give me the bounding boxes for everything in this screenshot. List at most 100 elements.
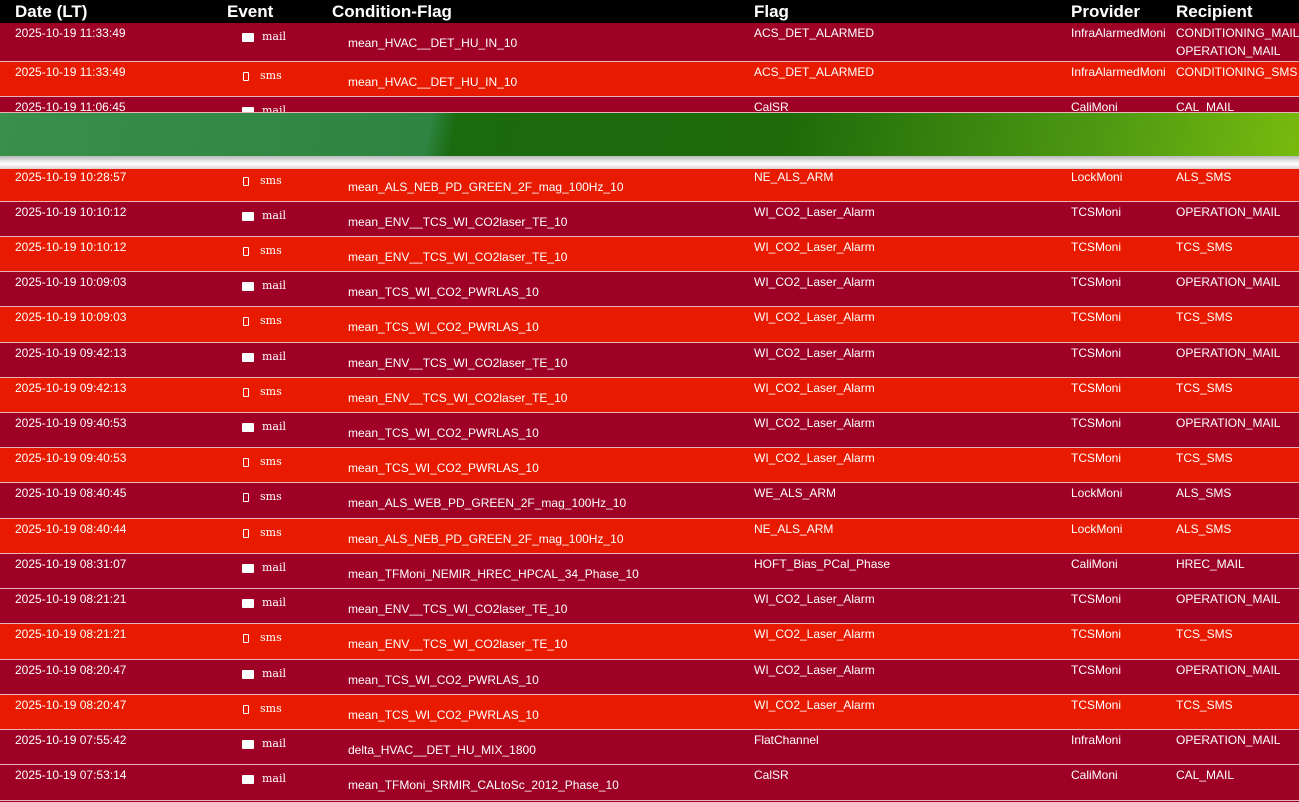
- table-row[interactable]: 2025-10-19 10:09:03 sms mean_TCS_WI_CO2_PW…: [0, 307, 1299, 343]
- row-recipient: TCS_SMS: [1176, 238, 1233, 256]
- row-event-label: mail: [262, 279, 287, 292]
- row-recipient-line: ALS_SMS: [1176, 522, 1232, 536]
- table-row[interactable]: 2025-10-19 09:40:53 sms mean_TCS_WI_CO2_PW…: [0, 448, 1299, 483]
- row-recipient-line: ALS_SMS: [1176, 486, 1232, 500]
- table-row[interactable]: 2025-10-19 10:28:57 sms mean_ALS_NEB_PD_GR…: [0, 167, 1299, 202]
- row-event-label: mail: [262, 104, 287, 113]
- phone-icon: [243, 633, 249, 643]
- column-header-flag[interactable]: Flag: [754, 0, 789, 23]
- envelope-icon: [242, 422, 254, 432]
- row-recipient-line: OPERATION_MAIL: [1176, 663, 1281, 677]
- row-flag: HOFT_Bias_PCal_Phase: [754, 557, 891, 571]
- row-provider: TCSMoni: [1071, 698, 1122, 712]
- row-recipient-line: CONDITIONING_SMS: [1176, 65, 1298, 79]
- row-event-label: sms: [260, 631, 282, 644]
- row-flag: WI_CO2_Laser_Alarm: [754, 240, 875, 254]
- row-date: 2025-10-19 11:06:45: [15, 100, 126, 113]
- table-row[interactable]: 2025-10-19 08:40:44 sms mean_ALS_NEB_PD_GR…: [0, 519, 1299, 554]
- column-header-date[interactable]: Date (LT): [15, 0, 87, 23]
- row-recipient: CAL_MAIL: [1176, 766, 1234, 784]
- row-date: 2025-10-19 11:33:49: [15, 26, 126, 40]
- row-condition-flag: mean_ALS_NEB_PD_GREEN_2F_mag_100Hz_10: [348, 180, 624, 194]
- row-provider: TCSMoni: [1071, 451, 1122, 465]
- row-event-label: sms: [260, 455, 282, 468]
- row-date: 2025-10-19 08:21:21: [15, 627, 127, 641]
- row-date: 2025-10-19 10:28:57: [15, 170, 127, 184]
- envelope-icon: [242, 669, 254, 679]
- row-recipient-line: TCS_SMS: [1176, 381, 1233, 395]
- envelope-icon: [242, 352, 254, 362]
- row-event: sms: [242, 383, 282, 401]
- table-row[interactable]: 2025-10-19 09:40:53 mail mean_TCS_WI_CO2_P…: [0, 413, 1299, 448]
- row-recipient-line: TCS_SMS: [1176, 627, 1233, 641]
- table-row[interactable]: 2025-10-19 11:33:49 sms mean_HVAC__DET_HU_…: [0, 62, 1299, 97]
- table-row[interactable]: 2025-10-19 09:42:13 mail mean_ENV__TCS_WI_…: [0, 343, 1299, 378]
- row-event-label: mail: [262, 30, 287, 43]
- row-recipient-line: OPERATION_MAIL: [1176, 733, 1281, 747]
- row-flag: WI_CO2_Laser_Alarm: [754, 275, 875, 289]
- row-event-label: sms: [260, 490, 282, 503]
- row-recipient: OPERATION_MAIL: [1176, 203, 1280, 221]
- row-event: sms: [242, 67, 282, 85]
- row-flag: FlatChannel: [754, 733, 819, 747]
- table-row[interactable]: 2025-10-19 07:53:14 mail mean_TFMoni_SRMIR…: [0, 765, 1299, 801]
- row-date: 2025-10-19 10:09:03: [15, 310, 127, 324]
- table-row[interactable]: 2025-10-19 10:10:12 sms mean_ENV__TCS_WI_C…: [0, 237, 1299, 272]
- column-header-provider[interactable]: Provider: [1071, 0, 1140, 23]
- table-row[interactable]: 2025-10-19 08:20:47 mail mean_TCS_WI_CO2_P…: [0, 660, 1299, 695]
- table-row[interactable]: 2025-10-19 08:40:45 sms mean_ALS_WEB_PD_GR…: [0, 483, 1299, 519]
- row-event: mail: [242, 594, 286, 612]
- row-condition-flag: mean_ALS_NEB_PD_GREEN_2F_mag_100Hz_10: [348, 532, 624, 546]
- table-row[interactable]: 2025-10-19 11:33:49 mail mean_HVAC__DET_HU…: [0, 23, 1299, 62]
- table-row[interactable]: 2025-10-19 08:20:47 sms mean_TCS_WI_CO2_PW…: [0, 695, 1299, 730]
- column-header-recipient[interactable]: Recipient: [1176, 0, 1253, 23]
- row-provider: TCSMoni: [1071, 592, 1122, 606]
- row-recipient-line: TCS_SMS: [1176, 451, 1233, 465]
- envelope-icon: [242, 211, 254, 221]
- table-row[interactable]: 2025-10-19 11:06:45mailmean_TFMoni_SRMIR…: [0, 97, 1299, 113]
- table-row[interactable]: 2025-10-19 07:55:42 mail delta_HVAC__DET_H…: [0, 730, 1299, 765]
- row-condition-flag: mean_TCS_WI_CO2_PWRLAS_10: [348, 285, 539, 299]
- row-flag: CalSR: [754, 100, 789, 113]
- row-event-label: mail: [262, 350, 287, 363]
- row-condition-flag: mean_ENV__TCS_WI_CO2laser_TE_10: [348, 602, 568, 616]
- phone-icon: [243, 492, 249, 502]
- table-row[interactable]: 2025-10-19 09:42:13 sms mean_ENV__TCS_WI_C…: [0, 378, 1299, 413]
- table-row[interactable]: 2025-10-19 08:31:07 mail mean_TFMoni_NEMIR…: [0, 554, 1299, 589]
- row-condition-flag: mean_ENV__TCS_WI_CO2laser_TE_10: [348, 215, 568, 229]
- row-provider: TCSMoni: [1071, 416, 1122, 430]
- envelope-icon: [242, 598, 254, 608]
- table-row[interactable]: 2025-10-19 08:21:21 sms mean_ENV__TCS_WI_C…: [0, 624, 1299, 660]
- row-provider: InfraAlarmedMoni: [1071, 26, 1166, 40]
- row-recipient: ALS_SMS: [1176, 484, 1231, 502]
- envelope-icon: [242, 774, 254, 784]
- row-event: sms: [242, 453, 282, 471]
- column-header-condition[interactable]: Condition-Flag: [332, 0, 452, 23]
- column-header-event[interactable]: Event: [227, 0, 273, 23]
- row-event-label: mail: [262, 737, 287, 750]
- row-event: mail: [242, 770, 286, 788]
- row-provider: InfraMoni: [1071, 733, 1122, 747]
- row-event-label: mail: [262, 596, 287, 609]
- row-recipient: ALS_SMS: [1176, 168, 1231, 186]
- row-provider: LockMoni: [1071, 522, 1123, 536]
- row-recipient: OPERATION_MAIL: [1176, 344, 1280, 362]
- table-row[interactable]: 2025-10-19 08:21:21 mail mean_ENV__TCS_WI_…: [0, 589, 1299, 624]
- row-recipient: TCS_SMS: [1176, 449, 1233, 467]
- table-row[interactable]: 2025-10-19 10:09:03 mail mean_TCS_WI_CO2_P…: [0, 272, 1299, 307]
- row-flag: ACS_DET_ALARMED: [754, 65, 875, 79]
- row-recipient-line: CAL_MAIL: [1176, 100, 1235, 113]
- row-event-label: mail: [262, 420, 287, 433]
- table-row[interactable]: 2025-10-19 10:10:12 mail mean_ENV__TCS_WI_…: [0, 202, 1299, 237]
- row-date: 2025-10-19 08:40:45: [15, 486, 127, 500]
- row-event-label: sms: [260, 314, 282, 327]
- row-event: mail: [242, 559, 286, 577]
- row-condition-flag: mean_HVAC__DET_HU_IN_10: [348, 36, 518, 50]
- row-recipient: OPERATION_MAIL: [1176, 661, 1280, 679]
- row-date: 2025-10-19 09:42:13: [15, 346, 127, 360]
- row-flag: ACS_DET_ALARMED: [754, 26, 875, 40]
- row-provider: TCSMoni: [1071, 381, 1122, 395]
- row-condition-flag: mean_ENV__TCS_WI_CO2laser_TE_10: [348, 356, 568, 370]
- row-date: 2025-10-19 07:53:14: [15, 768, 127, 782]
- row-provider: TCSMoni: [1071, 275, 1122, 289]
